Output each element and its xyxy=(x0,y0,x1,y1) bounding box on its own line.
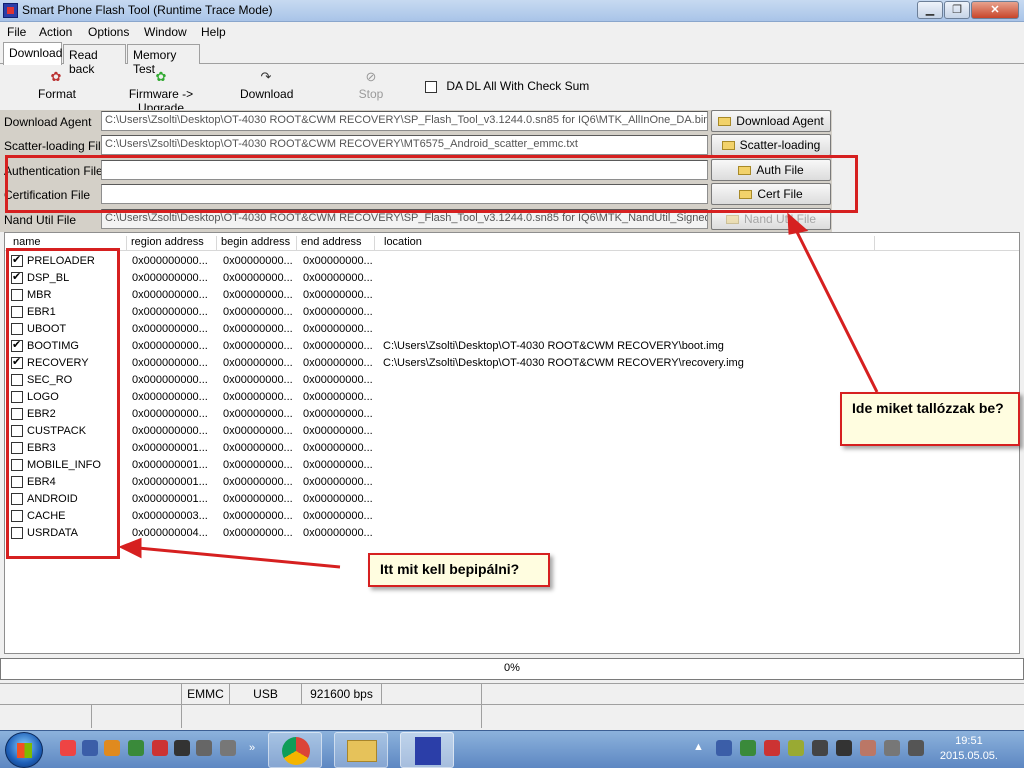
app-quicklaunch-icon[interactable] xyxy=(174,740,190,756)
utorrent-quicklaunch-icon[interactable] xyxy=(128,740,144,756)
start-button[interactable] xyxy=(5,732,43,768)
explorer-taskbar-button[interactable] xyxy=(334,732,388,768)
flashtool-icon xyxy=(415,737,441,765)
callout-right: Ide miket tallózzak be? xyxy=(840,392,1020,446)
flashtool-taskbar-button[interactable] xyxy=(400,732,454,768)
chrome-quicklaunch-icon[interactable] xyxy=(60,740,76,756)
clock-time: 19:51 xyxy=(955,735,983,747)
arrow-right-line xyxy=(793,227,879,393)
tab-download[interactable]: Download xyxy=(3,42,62,65)
annotation-arrows xyxy=(118,212,879,569)
more-quicklaunch-icon[interactable]: » xyxy=(244,740,260,756)
tray-steam-icon[interactable] xyxy=(836,740,852,756)
tray-app-icon[interactable] xyxy=(788,740,804,756)
folder-icon xyxy=(347,740,377,762)
system-clock[interactable]: 19:51 2015.05.05. xyxy=(940,734,998,764)
printer-quicklaunch-icon[interactable] xyxy=(196,740,212,756)
tray-mail-icon[interactable] xyxy=(764,740,780,756)
arrow-right-head xyxy=(787,212,809,235)
callout-bottom: Itt mit kell bepipálni? xyxy=(368,553,550,587)
chrome-icon xyxy=(282,737,310,765)
tray-utorrent-icon[interactable] xyxy=(740,740,756,756)
media-quicklaunch-icon[interactable] xyxy=(104,740,120,756)
tray-save-icon[interactable] xyxy=(716,740,732,756)
network-quicklaunch-icon[interactable] xyxy=(152,740,168,756)
app-window: Smart Phone Flash Tool (Runtime Trace Mo… xyxy=(0,0,1024,730)
arrow-bottom-head xyxy=(118,537,142,559)
tray-plane-icon[interactable] xyxy=(812,740,828,756)
tray-volume-icon[interactable] xyxy=(884,740,900,756)
chrome-taskbar-button[interactable] xyxy=(268,732,322,768)
tray-network-icon[interactable] xyxy=(908,740,924,756)
arrow-bottom-line xyxy=(137,546,341,569)
save-quicklaunch-icon[interactable] xyxy=(82,740,98,756)
clock-date: 2015.05.05. xyxy=(939,750,998,762)
tray-expand-icon[interactable]: ▲ xyxy=(693,741,704,753)
tray-misc-icon[interactable] xyxy=(860,740,876,756)
tool-quicklaunch-icon[interactable] xyxy=(220,740,236,756)
taskbar: » ▲ 19:51 2015.05.05. xyxy=(0,730,1024,768)
